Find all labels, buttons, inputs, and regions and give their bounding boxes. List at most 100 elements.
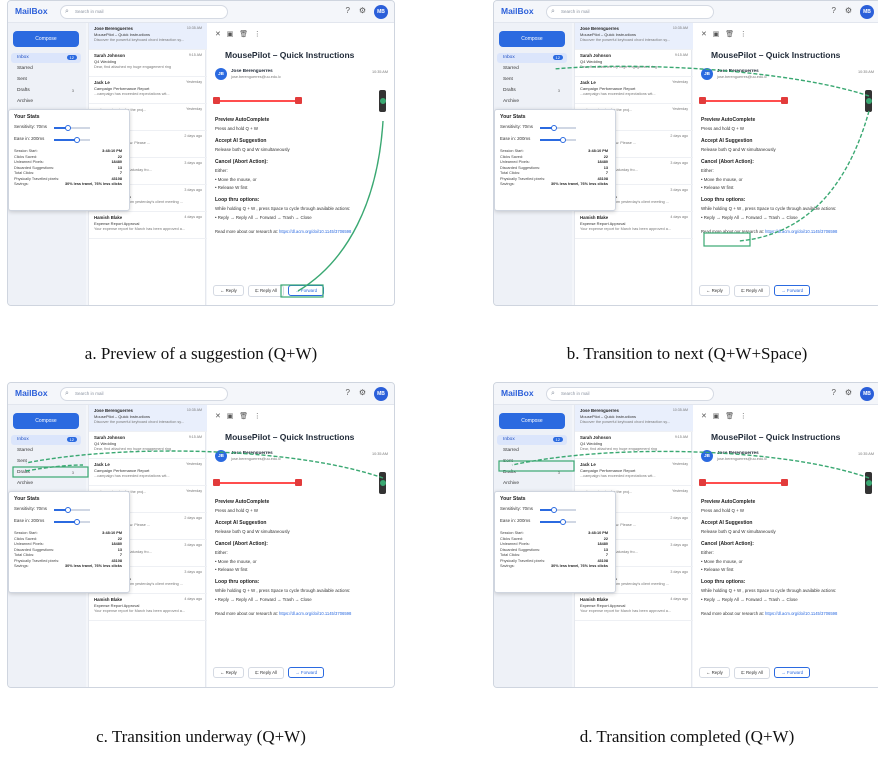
list-item[interactable]: Jack Le Yesterday Campaign Performance Rep… <box>575 459 693 486</box>
slider-handle[interactable] <box>560 137 567 143</box>
list-item[interactable]: Sarah Johnson 9:15 AM Q4 Wedding Dear, find… <box>89 50 207 77</box>
gear-icon[interactable]: ⚙ <box>845 6 852 15</box>
compose-button[interactable]: Compose <box>499 31 565 47</box>
sidebar-item-drafts[interactable]: Drafts 3 <box>11 468 81 478</box>
search-input[interactable]: ⌕ Search in mail <box>546 5 714 19</box>
slider-handle[interactable] <box>74 137 81 143</box>
list-item[interactable]: Jose Berenguerres 10:35 AM MousePilot – Qu… <box>575 405 693 432</box>
forward-button[interactable]: → Forward <box>774 667 811 678</box>
list-item[interactable]: Jack Le Yesterday Campaign Performance Rep… <box>575 77 693 104</box>
sidebar-item-archive[interactable]: Archive <box>497 479 567 489</box>
close-icon[interactable]: ✕ <box>215 413 221 420</box>
list-item[interactable]: Hamish Blake 4 days ago Expense Report App… <box>575 594 693 621</box>
trash-icon[interactable]: 🗑 <box>239 413 248 420</box>
trash-icon[interactable]: 🗑 <box>239 31 248 38</box>
avatar[interactable]: MB <box>374 5 388 19</box>
list-item[interactable]: Hamish Blake 4 days ago Expense Report App… <box>89 212 207 239</box>
slider-handle[interactable] <box>65 507 72 513</box>
sensitivity-slider[interactable]: Sensitivity: 70ms <box>500 506 610 514</box>
more-icon[interactable]: ⋮ <box>740 31 747 38</box>
more-icon[interactable]: ⋮ <box>254 413 261 420</box>
sidebar-item-inbox[interactable]: Inbox 12 <box>11 53 81 63</box>
sidebar-item-inbox[interactable]: Inbox 12 <box>11 435 81 445</box>
slider-handle[interactable] <box>74 519 81 525</box>
compose-button[interactable]: Compose <box>499 413 565 429</box>
list-item[interactable]: Jose Berenguerres 10:35 AM MousePilot – Qu… <box>89 23 207 50</box>
list-item[interactable]: Jack Le Yesterday Campaign Performance Rep… <box>89 77 207 104</box>
sensitivity-slider[interactable]: Sensitivity: 70ms <box>14 506 124 514</box>
sidebar-item-drafts[interactable]: Drafts 3 <box>11 86 81 96</box>
list-item[interactable]: Hamish Blake 4 days ago Expense Report App… <box>89 594 207 621</box>
sidebar-item-starred[interactable]: Starred <box>497 446 567 456</box>
trash-icon[interactable]: 🗑 <box>725 31 734 38</box>
close-icon[interactable]: ✕ <box>701 413 707 420</box>
sidebar-item-starred[interactable]: Starred <box>497 64 567 74</box>
list-item[interactable]: Jack Le Yesterday Campaign Performance Rep… <box>89 459 207 486</box>
help-icon[interactable]: ? <box>346 6 350 15</box>
sidebar-item-sent[interactable]: Sent <box>11 75 81 85</box>
list-item[interactable]: Jose Berenguerres 10:35 AM MousePilot – Qu… <box>575 23 693 50</box>
avatar[interactable]: MB <box>860 387 874 401</box>
sidebar-item-archive[interactable]: Archive <box>497 97 567 107</box>
compose-button[interactable]: Compose <box>13 413 79 429</box>
gear-icon[interactable]: ⚙ <box>845 388 852 397</box>
reply-button[interactable]: ← Reply <box>699 667 730 678</box>
archive-icon[interactable]: ▣ <box>227 413 234 420</box>
reply-button[interactable]: ← Reply <box>699 285 730 296</box>
gear-icon[interactable]: ⚙ <box>359 6 366 15</box>
research-link[interactable]: https://dl.acm.org/doi/10.1145/3706598 <box>279 229 351 234</box>
slider-handle[interactable] <box>65 125 72 131</box>
list-item[interactable]: Sarah Johnson 9:15 AM Q4 Wedding Dear, find… <box>89 432 207 459</box>
reply-all-button[interactable]: ⇇ Reply All <box>248 667 285 679</box>
list-item[interactable]: Sarah Johnson 9:15 AM Q4 Wedding Dear, find… <box>575 432 693 459</box>
close-icon[interactable]: ✕ <box>701 31 707 38</box>
archive-icon[interactable]: ▣ <box>227 31 234 38</box>
reply-all-button[interactable]: ⇇ Reply All <box>248 285 285 297</box>
sidebar-item-archive[interactable]: Archive <box>11 479 81 489</box>
more-icon[interactable]: ⋮ <box>740 413 747 420</box>
archive-icon[interactable]: ▣ <box>713 31 720 38</box>
reply-button[interactable]: ← Reply <box>213 285 244 296</box>
more-icon[interactable]: ⋮ <box>254 31 261 38</box>
forward-button[interactable]: → Forward <box>288 285 325 296</box>
reply-all-button[interactable]: ⇇ Reply All <box>734 667 771 679</box>
list-item[interactable]: Jose Berenguerres 10:35 AM MousePilot – Qu… <box>89 405 207 432</box>
compose-button[interactable]: Compose <box>13 31 79 47</box>
sidebar-item-drafts[interactable]: Drafts 3 <box>497 86 567 96</box>
search-input[interactable]: ⌕ Search in mail <box>60 387 228 401</box>
trash-icon[interactable]: 🗑 <box>725 413 734 420</box>
sidebar-item-inbox[interactable]: Inbox 12 <box>497 435 567 445</box>
sidebar-item-drafts[interactable]: Drafts 3 <box>497 468 567 478</box>
list-item[interactable]: Hamish Blake 4 days ago Expense Report App… <box>575 212 693 239</box>
forward-button[interactable]: → Forward <box>288 667 325 678</box>
avatar[interactable]: MB <box>374 387 388 401</box>
gear-icon[interactable]: ⚙ <box>359 388 366 397</box>
slider-handle[interactable] <box>560 519 567 525</box>
search-input[interactable]: ⌕ Search in mail <box>60 5 228 19</box>
sensitivity-slider[interactable]: Sensitivity: 70ms <box>500 124 610 132</box>
sidebar-item-starred[interactable]: Starred <box>11 446 81 456</box>
sidebar-item-inbox[interactable]: Inbox 12 <box>497 53 567 63</box>
research-link[interactable]: https://dl.acm.org/doi/10.1145/3706598 <box>765 611 837 616</box>
list-item[interactable]: Sarah Johnson 9:15 AM Q4 Wedding Dear, find… <box>575 50 693 77</box>
ease-slider[interactable]: Ease in: 200ms <box>14 136 124 144</box>
close-icon[interactable]: ✕ <box>215 31 221 38</box>
sidebar-item-sent[interactable]: Sent <box>497 457 567 467</box>
help-icon[interactable]: ? <box>832 388 836 397</box>
research-link[interactable]: https://dl.acm.org/doi/10.1145/3706598 <box>765 229 837 234</box>
slider-handle[interactable] <box>551 125 558 131</box>
sidebar-item-archive[interactable]: Archive <box>11 97 81 107</box>
sidebar-item-sent[interactable]: Sent <box>11 457 81 467</box>
reply-button[interactable]: ← Reply <box>213 667 244 678</box>
avatar[interactable]: MB <box>860 5 874 19</box>
sensitivity-slider[interactable]: Sensitivity: 70ms <box>14 124 124 132</box>
archive-icon[interactable]: ▣ <box>713 413 720 420</box>
forward-button[interactable]: → Forward <box>774 285 811 296</box>
slider-handle[interactable] <box>551 507 558 513</box>
sidebar-item-starred[interactable]: Starred <box>11 64 81 74</box>
search-input[interactable]: ⌕ Search in mail <box>546 387 714 401</box>
ease-slider[interactable]: Ease in: 200ms <box>14 518 124 526</box>
help-icon[interactable]: ? <box>832 6 836 15</box>
ease-slider[interactable]: Ease in: 200ms <box>500 136 610 144</box>
sidebar-item-sent[interactable]: Sent <box>497 75 567 85</box>
